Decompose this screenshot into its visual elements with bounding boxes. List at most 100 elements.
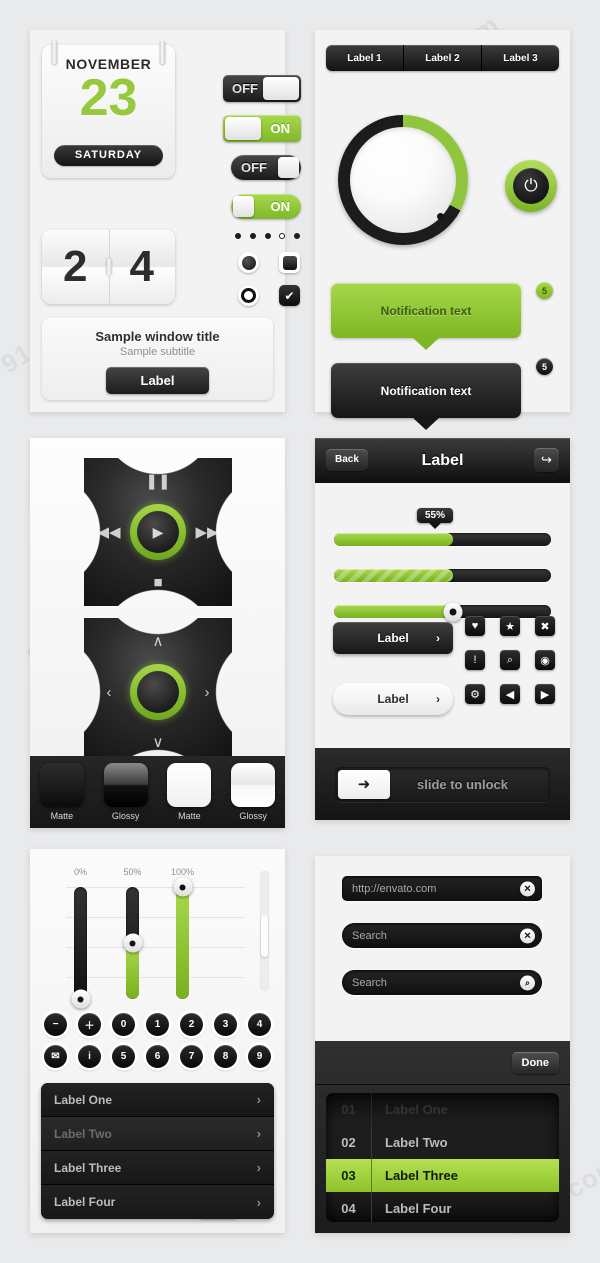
page-dot[interactable] xyxy=(264,233,271,239)
rotary-knob[interactable] xyxy=(338,115,468,245)
back-button[interactable]: Back xyxy=(326,449,368,471)
toggle-off-round[interactable]: OFF xyxy=(231,155,301,180)
toggle-on-square[interactable]: ON xyxy=(223,115,301,142)
transport-pad[interactable]: ❚❚ ◀◀ ▶▶ ■ ▶ xyxy=(84,458,232,606)
window-label-button[interactable]: Label xyxy=(106,367,209,394)
digit-7-button[interactable]: 7 xyxy=(180,1045,203,1068)
label-button-dark[interactable]: Label › xyxy=(333,622,453,654)
page-dot-current[interactable] xyxy=(279,233,286,239)
heart-icon[interactable]: ♥ xyxy=(465,616,485,636)
plus-button[interactable]: ＋ xyxy=(78,1013,101,1036)
clear-icon[interactable]: ✕ xyxy=(520,881,535,896)
slider-thumb[interactable] xyxy=(173,877,192,897)
list-item[interactable]: Label Three › xyxy=(41,1151,274,1185)
toggle-on-round[interactable]: ON xyxy=(231,194,301,219)
picker-row-selected[interactable]: 03 Label Three xyxy=(326,1159,559,1192)
icon-row: ♥ ★ ✖ xyxy=(465,616,555,636)
list-item[interactable]: Label One › xyxy=(41,1083,274,1117)
calendar-ring-right xyxy=(160,40,165,64)
tab-bar[interactable]: Label 1 Label 2 Label 3 xyxy=(326,45,559,71)
chevron-right-icon: › xyxy=(436,631,440,645)
alert-icon[interactable]: ! xyxy=(465,650,485,670)
digit-6-button[interactable]: 6 xyxy=(146,1045,169,1068)
slider-100[interactable]: 100% xyxy=(171,867,194,999)
picker-wheel[interactable]: 01 Label One 02 Label Two 03 Label Three… xyxy=(326,1093,559,1222)
unlock-bar-container: ➜ slide to unlock xyxy=(315,748,570,820)
swatch-dark-glossy[interactable]: Glossy xyxy=(102,763,150,821)
swatch-light-matte[interactable]: Matte xyxy=(165,763,213,821)
radio-selected[interactable] xyxy=(238,252,259,273)
digit-2-button[interactable]: 2 xyxy=(180,1013,203,1036)
search-icon[interactable]: ⌕ xyxy=(500,650,520,670)
notification-bubble-dark: Notification text xyxy=(331,363,521,418)
search-field-clear[interactable]: Search ✕ xyxy=(342,923,542,948)
checkbox-checked[interactable]: ✔ xyxy=(279,285,300,306)
close-icon[interactable]: ✖ xyxy=(535,616,555,636)
tab-label-2[interactable]: Label 2 xyxy=(404,45,482,71)
list-item-pressed[interactable]: Label Two › xyxy=(41,1117,274,1151)
toggle-handle[interactable] xyxy=(233,196,254,217)
list-item[interactable]: Label Four › xyxy=(41,1185,274,1219)
slider-thumb[interactable] xyxy=(71,989,90,1009)
url-field[interactable]: http://envato.com ✕ xyxy=(342,876,542,901)
checkbox-box-icon xyxy=(282,255,297,270)
tab-label-1[interactable]: Label 1 xyxy=(326,45,404,71)
label-button-light[interactable]: Label › xyxy=(333,683,453,715)
tab-label-3[interactable]: Label 3 xyxy=(482,45,559,71)
info-button[interactable]: i xyxy=(78,1045,101,1068)
done-button[interactable]: Done xyxy=(511,1052,559,1074)
toggle-off-square[interactable]: OFF xyxy=(223,75,301,102)
toggle-handle[interactable] xyxy=(225,117,261,140)
search-icon[interactable]: ⌕ xyxy=(520,975,535,990)
mail-button[interactable]: ✉ xyxy=(44,1045,67,1068)
search-field-magnify[interactable]: Search ⌕ xyxy=(342,970,542,995)
swatch-dark-matte[interactable]: Matte xyxy=(38,763,86,821)
picker-row[interactable]: 04 Label Four xyxy=(326,1192,559,1222)
location-pin-icon[interactable]: ◉ xyxy=(535,650,555,670)
digit-8-button[interactable]: 8 xyxy=(214,1045,237,1068)
power-button[interactable]: ⏻ xyxy=(505,160,557,212)
dpad-center-button[interactable] xyxy=(130,664,186,720)
slider-track xyxy=(74,887,87,999)
digit-3-button[interactable]: 3 xyxy=(214,1013,237,1036)
share-icon[interactable]: ↪ xyxy=(534,448,559,472)
dpad[interactable]: ∧ ‹ › ∨ xyxy=(84,618,232,766)
play-button[interactable]: ▶ xyxy=(130,504,186,560)
slider-0[interactable]: 0% xyxy=(71,867,90,1009)
digit-4-button[interactable]: 4 xyxy=(248,1013,271,1036)
slider-thumb[interactable] xyxy=(443,602,463,621)
digit-5-button[interactable]: 5 xyxy=(112,1045,135,1068)
scrollbar-knob[interactable] xyxy=(261,915,268,957)
slider-50[interactable]: 50% xyxy=(123,867,142,999)
clear-icon[interactable]: ✕ xyxy=(520,928,535,943)
picker-row[interactable]: 02 Label Two xyxy=(326,1126,559,1159)
swatch-light-glossy[interactable]: Glossy xyxy=(229,763,277,821)
vertical-scrollbar[interactable] xyxy=(260,871,269,991)
arrow-right-icon[interactable]: ▶ xyxy=(535,684,555,704)
digit-1-button[interactable]: 1 xyxy=(146,1013,169,1036)
panel-nav-controls: Back Label ↪ 55% Label › Label › ♥ ★ ✖ !… xyxy=(315,438,570,820)
gear-icon[interactable]: ⚙ xyxy=(465,684,485,704)
slide-to-unlock[interactable]: ➜ slide to unlock xyxy=(335,766,550,802)
page-dot[interactable] xyxy=(249,233,256,239)
unlock-handle-icon[interactable]: ➜ xyxy=(338,769,390,799)
chevron-down-icon[interactable]: ∨ xyxy=(84,735,232,750)
radio-unselected[interactable] xyxy=(238,285,259,306)
digit-0-button[interactable]: 0 xyxy=(112,1013,135,1036)
slider-thumb[interactable] xyxy=(123,933,142,953)
page-dots[interactable] xyxy=(235,233,300,239)
toggle-handle[interactable] xyxy=(278,157,299,178)
checkbox-filled[interactable] xyxy=(279,252,300,273)
toggle-handle[interactable] xyxy=(263,77,299,100)
star-icon[interactable]: ★ xyxy=(500,616,520,636)
page-dot[interactable] xyxy=(235,233,241,239)
digit-9-button[interactable]: 9 xyxy=(248,1045,271,1068)
picker-row[interactable]: 01 Label One xyxy=(326,1093,559,1126)
arrow-left-icon[interactable]: ◀ xyxy=(500,684,520,704)
minus-button[interactable]: − xyxy=(44,1013,67,1036)
picker-row-label: Label Two xyxy=(371,1126,559,1159)
stop-icon[interactable]: ■ xyxy=(84,575,232,590)
vertical-slider-group: 0% 50% 100% xyxy=(48,867,263,1009)
icon-grid: ♥ ★ ✖ ! ⌕ ◉ ⚙ ◀ ▶ xyxy=(465,616,555,718)
page-dot[interactable] xyxy=(294,233,300,239)
